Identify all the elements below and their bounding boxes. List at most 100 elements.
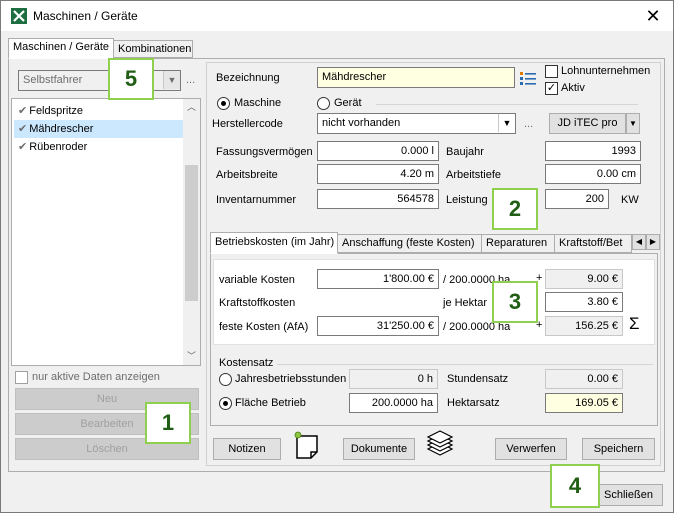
baujahr-label: Baujahr	[446, 146, 484, 158]
tab-anschaffung[interactable]: Anschaffung (feste Kosten)	[337, 234, 482, 253]
list-item-label: Mähdrescher	[29, 123, 94, 135]
list-item-label: Rübenroder	[29, 141, 88, 153]
list-item[interactable]: ✔ Rübenroder	[14, 138, 184, 156]
group-divider	[277, 364, 653, 365]
filter-value: Selbstfahrer	[23, 74, 83, 86]
geraet-radio[interactable]	[317, 97, 330, 110]
tab-label: Maschinen / Geräte	[13, 41, 109, 53]
baujahr-input[interactable]: 1993	[545, 141, 641, 161]
tab-betriebskosten[interactable]: Betriebskosten (im Jahr)	[210, 232, 338, 254]
tab-label: Betriebskosten (im Jahr)	[215, 236, 335, 248]
arbeitstiefe-input[interactable]: 0.00 cm	[545, 164, 641, 184]
jahresbetriebsstunden-radio[interactable]	[219, 373, 232, 386]
aktiv-checkbox[interactable]: ✓	[545, 82, 558, 95]
tab-label: Reparaturen	[486, 237, 548, 249]
sum-icon[interactable]: Σ	[629, 314, 640, 334]
list-item[interactable]: ✔ Mähdrescher	[14, 120, 184, 138]
callout-marker-5: 5	[108, 58, 154, 100]
app-icon	[11, 8, 27, 24]
scrollbar-thumb[interactable]	[185, 165, 198, 301]
leistung-unit: KW	[621, 194, 639, 206]
scroll-down-icon[interactable]: ﹀	[183, 348, 200, 365]
aktiv-label: Aktiv	[561, 82, 585, 94]
group-divider	[376, 104, 638, 105]
callout-marker-3: 3	[492, 281, 538, 323]
window-title: Maschinen / Geräte	[33, 9, 138, 23]
geraet-label: Gerät	[334, 97, 362, 109]
arbeitsbreite-label: Arbeitsbreite	[216, 169, 278, 181]
list-item[interactable]: ✔ Feldspritze	[14, 102, 184, 120]
stundensatz-value: 0.00 €	[545, 369, 623, 389]
notizen-button[interactable]: Notizen	[213, 438, 281, 460]
list-item-label: Feldspritze	[29, 105, 84, 117]
maschine-radio[interactable]	[217, 97, 230, 110]
herstellercode-label: Herstellercode	[212, 118, 283, 130]
leistung-input[interactable]: 200	[545, 189, 609, 209]
filter-more-button[interactable]: ...	[186, 74, 195, 86]
lohnunternehmen-label: Lohnunternehmen	[561, 65, 651, 77]
inventarnummer-input[interactable]: 564578	[317, 189, 439, 209]
schliessen-button[interactable]: Schließen	[594, 484, 663, 506]
kraftstoff-result[interactable]: 3.80 €	[545, 292, 623, 312]
check-icon: ✔	[18, 141, 28, 153]
hektarsatz-label: Hektarsatz	[447, 397, 500, 409]
jahresbetriebsstunden-input: 0 h	[349, 369, 438, 389]
stundensatz-label: Stundensatz	[447, 373, 509, 385]
variable-kosten-label: variable Kosten	[219, 274, 295, 286]
filter-dropdown[interactable]: Selbstfahrer ▼	[18, 70, 181, 91]
herstellercode-value: nicht vorhanden	[322, 117, 401, 129]
variable-kosten-input[interactable]: 1'800.00 €	[317, 269, 439, 289]
speichern-button[interactable]: Speichern	[582, 438, 655, 460]
close-icon[interactable]: ✕	[641, 5, 665, 27]
jd-dropdown-arrow-icon[interactable]: ▼	[626, 113, 640, 134]
list-icon[interactable]	[519, 69, 537, 87]
flaeche-betrieb-label: Fläche Betrieb	[235, 397, 306, 409]
maschine-label: Maschine	[234, 97, 282, 109]
lohnunternehmen-checkbox[interactable]	[545, 65, 558, 78]
feste-kosten-input[interactable]: 31'250.00 €	[317, 316, 439, 336]
check-icon: ✔	[18, 105, 28, 117]
variable-result: 9.00 €	[545, 269, 623, 289]
je-hektar-label: je Hektar	[443, 297, 488, 309]
feste-kosten-label: feste Kosten (AfA)	[219, 321, 309, 333]
flaeche-betrieb-radio[interactable]	[219, 397, 232, 410]
tab-kraftstoff[interactable]: Kraftstoff/Bet	[554, 234, 632, 253]
tab-maschinen-geraete[interactable]: Maschinen / Geräte	[8, 38, 114, 59]
kraftstoffkosten-label: Kraftstoffkosten	[219, 297, 296, 309]
arbeitsbreite-input[interactable]: 4.20 m	[317, 164, 439, 184]
jahresbetriebsstunden-label: Jahresbetriebsstunden	[235, 373, 347, 385]
dokumente-button[interactable]: Dokumente	[343, 438, 415, 460]
only-active-label: nur aktive Daten anzeigen	[32, 371, 160, 383]
tab-kombinationen[interactable]: Kombinationen	[113, 40, 193, 58]
list-scrollbar[interactable]: ︿ ﹀	[183, 99, 200, 365]
fassungsvermoegen-input[interactable]: 0.000 l	[317, 141, 439, 161]
main-window: Maschinen / Geräte ✕ Maschinen / Geräte …	[0, 0, 674, 513]
feste-result: 156.25 €	[545, 316, 623, 336]
callout-marker-4: 4	[550, 464, 600, 508]
herstellercode-dropdown[interactable]: nicht vorhanden ▼	[317, 113, 516, 134]
leistung-label: Leistung	[446, 194, 488, 206]
verwerfen-button[interactable]: Verwerfen	[495, 438, 567, 460]
chevron-down-icon[interactable]: ▼	[163, 71, 180, 89]
machine-list[interactable]: ✔ Feldspritze ✔ Mähdrescher ✔ Rübenroder ︿ …	[11, 98, 201, 366]
callout-marker-1: 1	[145, 402, 191, 444]
check-icon: ✔	[18, 123, 28, 135]
herstellercode-more-button[interactable]: ...	[524, 118, 533, 130]
flaeche-betrieb-input[interactable]: 200.0000 ha	[349, 393, 438, 413]
documents-icon[interactable]	[425, 429, 455, 459]
kostensatz-group-label: Kostensatz	[219, 357, 274, 369]
chevron-down-icon[interactable]: ▼	[498, 114, 515, 132]
title-bar: Maschinen / Geräte ✕	[1, 1, 673, 31]
tab-reparaturen[interactable]: Reparaturen	[481, 234, 555, 253]
hektarsatz-value: 169.05 €	[545, 393, 623, 413]
callout-marker-2: 2	[492, 188, 538, 230]
bezeichnung-input[interactable]: Mähdrescher	[317, 67, 515, 88]
jd-itec-button[interactable]: JD iTEC pro	[549, 113, 626, 134]
tab-scroll-left-icon[interactable]: ◀	[632, 234, 646, 250]
note-icon[interactable]	[293, 430, 321, 460]
scroll-up-icon[interactable]: ︿	[183, 99, 200, 116]
fassungsvermoegen-label: Fassungsvermögen	[216, 146, 313, 158]
tab-scroll-right-icon[interactable]: ▶	[646, 234, 660, 250]
only-active-checkbox[interactable]	[15, 371, 28, 384]
bezeichnung-label: Bezeichnung	[216, 72, 280, 84]
